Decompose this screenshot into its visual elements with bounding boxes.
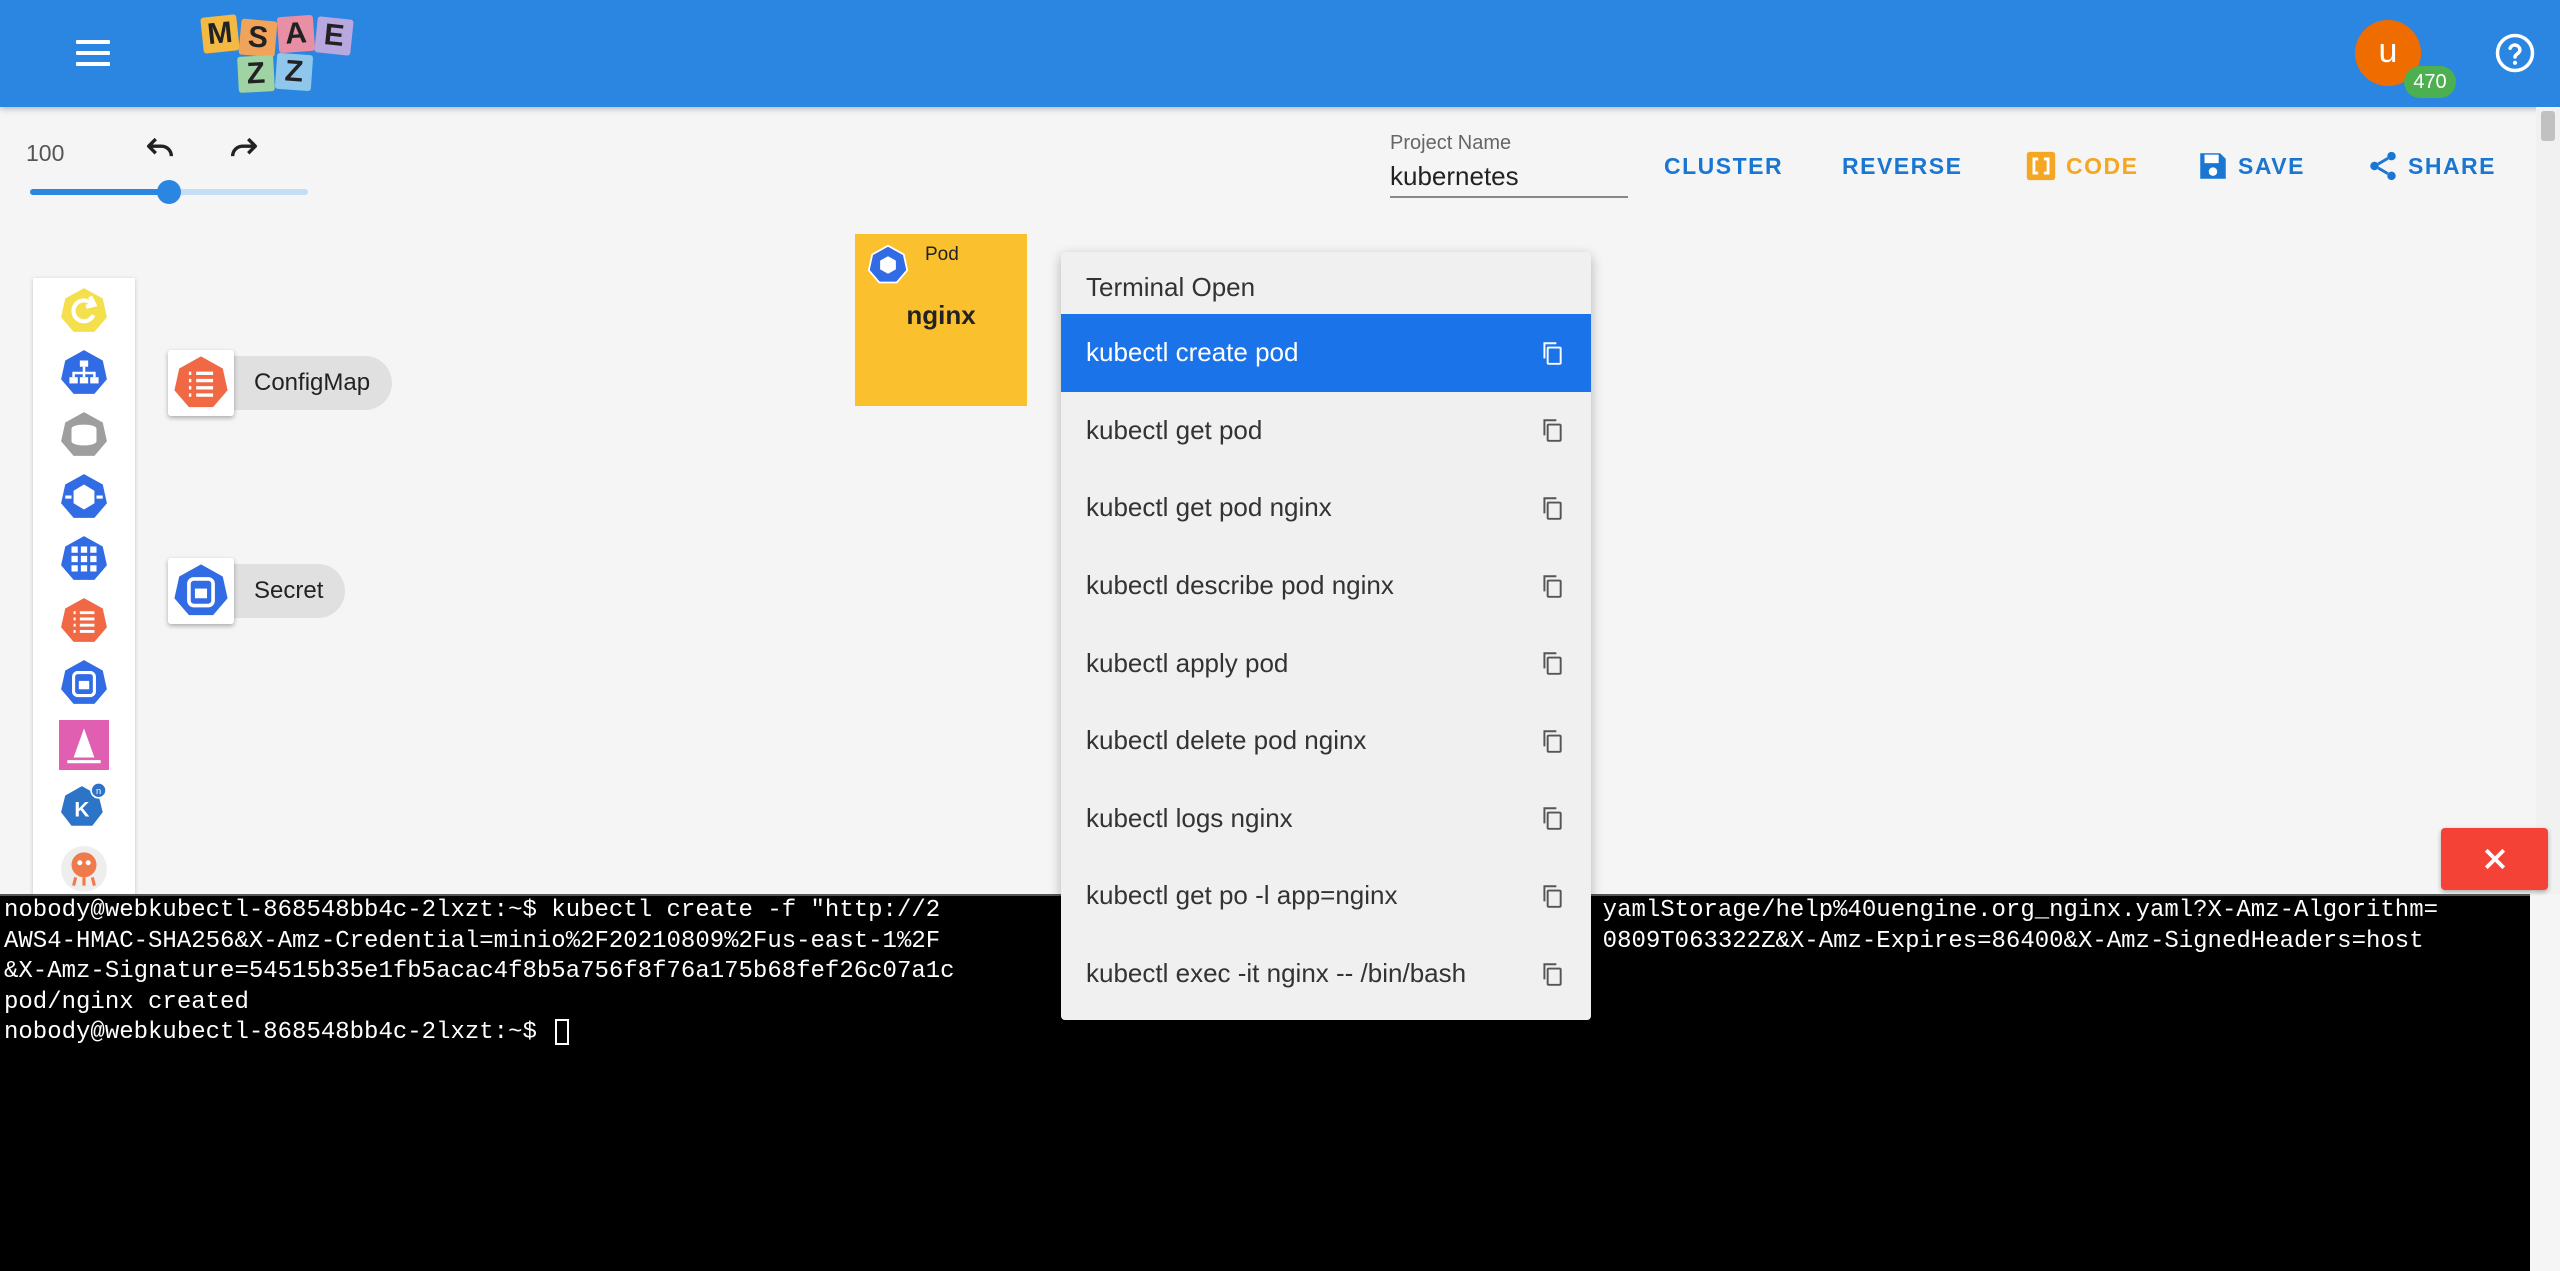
zoom-slider[interactable] xyxy=(30,180,308,204)
undo-icon[interactable] xyxy=(140,132,180,166)
logo-tile: Z xyxy=(237,55,275,93)
secret-icon[interactable] xyxy=(59,658,109,708)
menu-title: Terminal Open xyxy=(1086,272,1256,302)
copy-icon[interactable] xyxy=(1539,417,1565,443)
menu-item-label: kubectl logs nginx xyxy=(1086,802,1293,833)
menu-item[interactable]: kubectl get pod xyxy=(1061,392,1591,470)
copy-icon[interactable] xyxy=(1539,340,1565,366)
scrollbar-thumb[interactable] xyxy=(2541,111,2555,141)
logo-tile: E xyxy=(314,16,354,56)
pod-kind-label: Pod xyxy=(925,244,959,265)
configmap-node-icon xyxy=(168,350,234,416)
copy-icon[interactable] xyxy=(1539,495,1565,521)
svg-text:n: n xyxy=(96,786,101,796)
menu-item-label: kubectl create pod xyxy=(1086,337,1299,368)
knative-icon[interactable]: K n xyxy=(59,782,109,832)
menu-item[interactable]: kubectl exec -it nginx -- /bin/bash xyxy=(1061,935,1591,1013)
terminal-command-menu: Terminal Open kubectl create pod kubectl … xyxy=(1061,252,1591,1020)
configmap-icon[interactable] xyxy=(59,596,109,646)
close-terminal-button[interactable] xyxy=(2441,828,2548,890)
menu-item-label: kubectl describe pod nginx xyxy=(1086,570,1394,601)
menu-item-label: kubectl apply pod xyxy=(1086,647,1289,678)
project-name-input[interactable] xyxy=(1390,156,1628,198)
secret-node-label: Secret xyxy=(254,577,324,604)
vertical-scrollbar[interactable] xyxy=(2536,107,2560,894)
logo-tile: A xyxy=(276,14,316,54)
menu-item[interactable]: kubectl create pod xyxy=(1061,314,1591,392)
cluster-button-label: CLUSTER xyxy=(1664,152,1784,179)
svg-text:K: K xyxy=(74,798,89,821)
logo-tile: M xyxy=(200,14,240,54)
save-button[interactable]: SAVE xyxy=(2196,146,2305,186)
copy-icon[interactable] xyxy=(1539,883,1565,909)
share-icon xyxy=(2370,151,2396,181)
copy-icon[interactable] xyxy=(1539,650,1565,676)
terminal-prompt: nobody@webkubectl-868548bb4c-2lxzt:~$ xyxy=(4,1019,552,1046)
share-button-label: SHARE xyxy=(2408,152,2497,179)
service-icon[interactable] xyxy=(59,472,109,522)
menu-item-label: kubectl get pod nginx xyxy=(1086,492,1332,523)
share-button[interactable]: SHARE xyxy=(2366,146,2496,186)
menu-item-label: kubectl get pod xyxy=(1086,414,1263,445)
reverse-button-label: REVERSE xyxy=(1842,152,1963,179)
configmap-node-label: ConfigMap xyxy=(254,369,371,396)
close-icon xyxy=(2484,848,2505,870)
slider-fill xyxy=(30,189,169,195)
save-button-label: SAVE xyxy=(2238,152,2305,179)
msaez-logo[interactable]: M S A E Z Z xyxy=(200,14,356,94)
replicaset-icon[interactable] xyxy=(59,534,109,584)
project-name-label: Project Name xyxy=(1390,132,1512,154)
pod-icon xyxy=(867,244,909,284)
copy-icon[interactable] xyxy=(1539,728,1565,754)
menu-item-label: kubectl get po -l app=nginx xyxy=(1086,880,1398,911)
argo-icon[interactable] xyxy=(59,844,109,894)
refresh-icon[interactable] xyxy=(59,286,109,336)
menu-item[interactable]: kubectl apply pod xyxy=(1061,624,1591,702)
copy-icon[interactable] xyxy=(1539,961,1565,987)
terminal-cursor xyxy=(555,1018,570,1045)
logo-tile: Z xyxy=(274,52,314,92)
logo-tile: S xyxy=(238,18,278,58)
copy-icon[interactable] xyxy=(1539,805,1565,831)
deployment-icon[interactable] xyxy=(59,348,109,398)
menu-item[interactable]: kubectl describe pod nginx xyxy=(1061,547,1591,625)
avatar-badge: 470 xyxy=(2404,66,2456,98)
help-icon[interactable] xyxy=(2494,32,2536,74)
code-button-label: CODE xyxy=(2066,152,2139,179)
reverse-button[interactable]: REVERSE xyxy=(1842,146,1962,186)
code-button[interactable]: CODE xyxy=(2024,146,2138,186)
component-palette: K n xyxy=(33,278,135,898)
secret-node[interactable]: Secret xyxy=(168,558,346,624)
configmap-node[interactable]: ConfigMap xyxy=(168,350,393,416)
volume-icon[interactable] xyxy=(59,410,109,460)
menu-item[interactable]: kubectl delete pod nginx xyxy=(1061,702,1591,780)
menu-item[interactable]: kubectl get pod nginx xyxy=(1061,469,1591,547)
redo-icon[interactable] xyxy=(224,132,264,166)
pod-name-label: nginx xyxy=(906,300,976,330)
menu-item[interactable]: kubectl logs nginx xyxy=(1061,780,1591,858)
copy-icon[interactable] xyxy=(1539,573,1565,599)
helm-icon[interactable] xyxy=(59,720,109,770)
menu-item[interactable]: kubectl get po -l app=nginx xyxy=(1061,857,1591,935)
pod-node[interactable]: Pod nginx xyxy=(855,234,1027,406)
slider-thumb[interactable] xyxy=(157,180,181,204)
app-bar: M S A E Z Z u 470 xyxy=(0,0,2560,107)
menu-icon[interactable] xyxy=(76,40,110,68)
secret-node-icon xyxy=(168,558,234,624)
save-icon xyxy=(2200,153,2226,179)
menu-item-label: kubectl exec -it nginx -- /bin/bash xyxy=(1086,958,1467,989)
code-icon xyxy=(2026,151,2056,181)
menu-item-label: kubectl delete pod nginx xyxy=(1086,725,1367,756)
zoom-value: 100 xyxy=(26,140,65,166)
cluster-button[interactable]: CLUSTER xyxy=(1664,146,1783,186)
